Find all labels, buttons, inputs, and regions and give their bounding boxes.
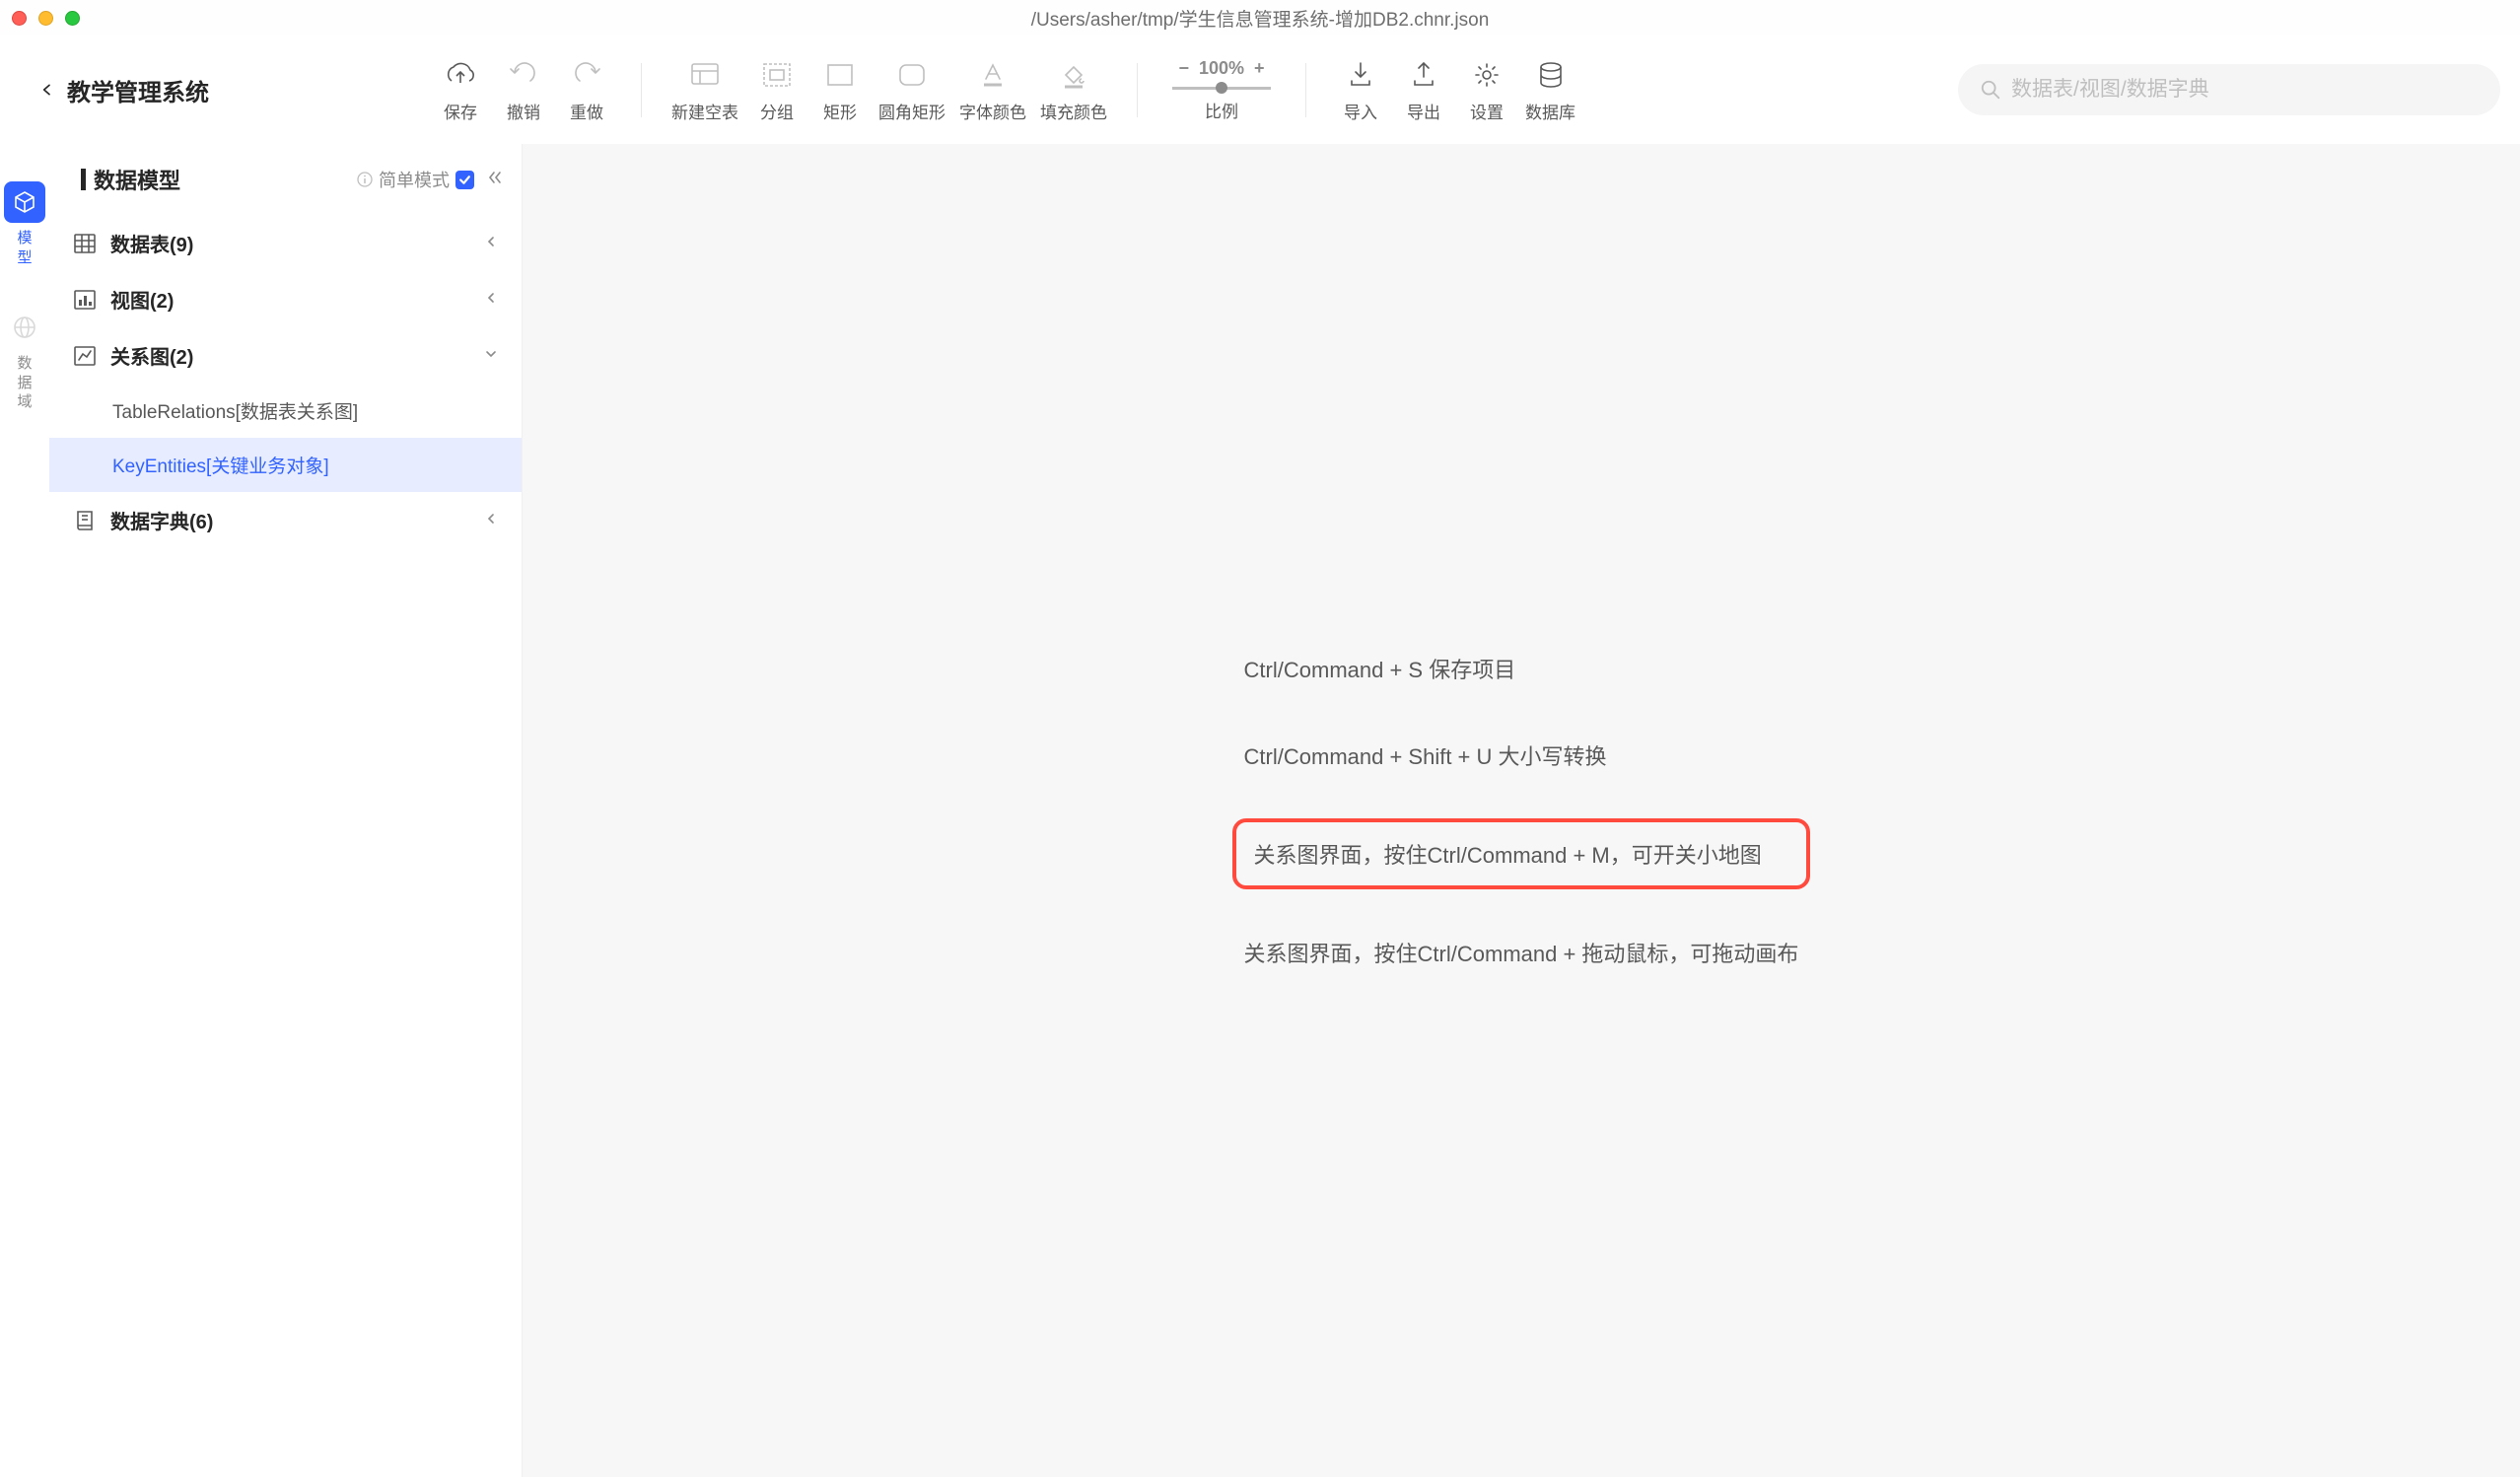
tree-item-dicts[interactable]: 数据字典(6) — [49, 492, 522, 548]
info-icon — [357, 172, 373, 187]
tree-label: 关系图(2) — [110, 341, 193, 370]
cloud-upload-icon — [443, 57, 478, 93]
export-icon — [1406, 57, 1441, 93]
toolbar-separator — [641, 63, 642, 117]
maximize-window-button[interactable] — [65, 11, 80, 26]
redo-icon — [569, 57, 604, 93]
zoom-value: 100% — [1199, 58, 1244, 79]
tree-child-key-entities[interactable]: KeyEntities[关键业务对象] — [49, 438, 522, 492]
check-icon — [458, 174, 471, 186]
cube-icon — [4, 181, 45, 223]
toolbar: 教学管理系统 保存 撤销 重做 新建空表 — [0, 35, 2520, 144]
book-icon — [73, 509, 97, 532]
main: 模 型 数 据 域 数据模型 简单模式 — [0, 144, 2520, 1477]
import-button[interactable]: 导入 — [1336, 57, 1385, 123]
hint-item: Ctrl/Command + Shift + U 大小写转换 — [1232, 732, 1811, 779]
relation-icon — [73, 344, 97, 368]
search-icon — [1980, 79, 2001, 101]
sidebar-title-bar — [81, 169, 86, 190]
chevron-left-icon — [484, 288, 498, 311]
rect-icon — [822, 57, 858, 93]
chevron-left-icon — [484, 232, 498, 254]
table-icon — [687, 57, 723, 93]
simple-mode-toggle[interactable]: 简单模式 — [357, 167, 474, 192]
settings-button[interactable]: 设置 — [1462, 57, 1511, 123]
fill-color-button[interactable]: 填充颜色 — [1040, 57, 1107, 123]
zoom-value-row: − 100% + — [1178, 58, 1264, 79]
rect-button[interactable]: 矩形 — [815, 57, 865, 123]
titlebar: /Users/asher/tmp/学生信息管理系统-增加DB2.chnr.jso… — [0, 0, 2520, 35]
rail-item-domain[interactable]: 数 据 域 — [4, 307, 45, 412]
database-icon — [1533, 57, 1569, 93]
search-box[interactable] — [1958, 64, 2500, 115]
back-button[interactable]: 教学管理系统 — [39, 73, 209, 107]
tree-label: 数据字典(6) — [110, 506, 213, 534]
tree-label: 视图(2) — [110, 285, 174, 314]
toolbar-separator — [1305, 63, 1306, 117]
sidebar: 数据模型 简单模式 数据表(9) — [49, 144, 523, 1477]
chevron-left-icon — [39, 82, 55, 98]
hint-item: 关系图界面，按住Ctrl/Command + 拖动鼠标，可拖动画布 — [1232, 929, 1811, 976]
chevron-left-icon — [484, 509, 498, 531]
left-rail: 模 型 数 据 域 — [0, 144, 49, 1477]
globe-icon — [4, 307, 45, 348]
traffic-lights — [12, 11, 80, 26]
window-title: /Users/asher/tmp/学生信息管理系统-增加DB2.chnr.jso… — [1031, 5, 1490, 32]
minimize-window-button[interactable] — [38, 11, 53, 26]
canvas[interactable]: Ctrl/Command + S 保存项目 Ctrl/Command + Shi… — [523, 144, 2520, 1477]
close-window-button[interactable] — [12, 11, 27, 26]
tree: 数据表(9) 视图(2) 关系图(2) — [49, 215, 522, 1477]
round-rect-icon — [894, 57, 930, 93]
search-input[interactable] — [2011, 78, 2479, 102]
toolbar-separator — [1137, 63, 1138, 117]
rail-label-model: 模 型 — [15, 229, 35, 267]
project-name: 教学管理系统 — [67, 73, 209, 107]
tree-item-views[interactable]: 视图(2) — [49, 271, 522, 327]
fill-color-icon — [1056, 57, 1091, 93]
export-button[interactable]: 导出 — [1399, 57, 1448, 123]
chart-icon — [73, 288, 97, 312]
rail-label-domain: 数 据 域 — [15, 354, 35, 412]
group-button[interactable]: 分组 — [752, 57, 802, 123]
hint-item: Ctrl/Command + S 保存项目 — [1232, 645, 1811, 692]
sidebar-title: 数据模型 — [94, 164, 357, 195]
zoom-out-button[interactable]: − — [1178, 58, 1189, 79]
tree-item-relations[interactable]: 关系图(2) — [49, 327, 522, 384]
zoom-thumb[interactable] — [1216, 82, 1227, 94]
double-chevron-left-icon — [486, 169, 504, 186]
new-table-button[interactable]: 新建空表 — [671, 57, 738, 123]
font-color-button[interactable]: 字体颜色 — [959, 57, 1026, 123]
gear-icon — [1469, 57, 1505, 93]
round-rect-button[interactable]: 圆角矩形 — [878, 57, 945, 123]
tree-label: 数据表(9) — [110, 229, 193, 257]
undo-icon — [506, 57, 541, 93]
zoom-slider[interactable] — [1172, 87, 1271, 90]
redo-button[interactable]: 重做 — [562, 57, 611, 123]
chevron-down-icon — [484, 344, 498, 367]
table-icon — [73, 232, 97, 255]
hint-item-highlighted: 关系图界面，按住Ctrl/Command + M，可开关小地图 — [1232, 818, 1811, 889]
sidebar-header: 数据模型 简单模式 — [49, 144, 522, 215]
database-button[interactable]: 数据库 — [1525, 57, 1575, 123]
simple-mode-label: 简单模式 — [379, 167, 450, 192]
group-icon — [759, 57, 795, 93]
save-button[interactable]: 保存 — [436, 57, 485, 123]
font-color-icon — [975, 57, 1011, 93]
simple-mode-checkbox[interactable] — [455, 171, 474, 189]
undo-button[interactable]: 撤销 — [499, 57, 548, 123]
tree-child-table-relations[interactable]: TableRelations[数据表关系图] — [49, 384, 522, 438]
keyboard-hints: Ctrl/Command + S 保存项目 Ctrl/Command + Shi… — [1232, 645, 1811, 976]
tree-item-tables[interactable]: 数据表(9) — [49, 215, 522, 271]
import-icon — [1343, 57, 1378, 93]
toolbar-items: 保存 撤销 重做 新建空表 分组 — [436, 57, 1575, 123]
rail-item-model[interactable]: 模 型 — [4, 181, 45, 267]
zoom-in-button[interactable]: + — [1254, 58, 1265, 79]
sidebar-collapse-button[interactable] — [486, 169, 504, 191]
zoom-control[interactable]: − 100% + 比例 — [1167, 58, 1276, 122]
